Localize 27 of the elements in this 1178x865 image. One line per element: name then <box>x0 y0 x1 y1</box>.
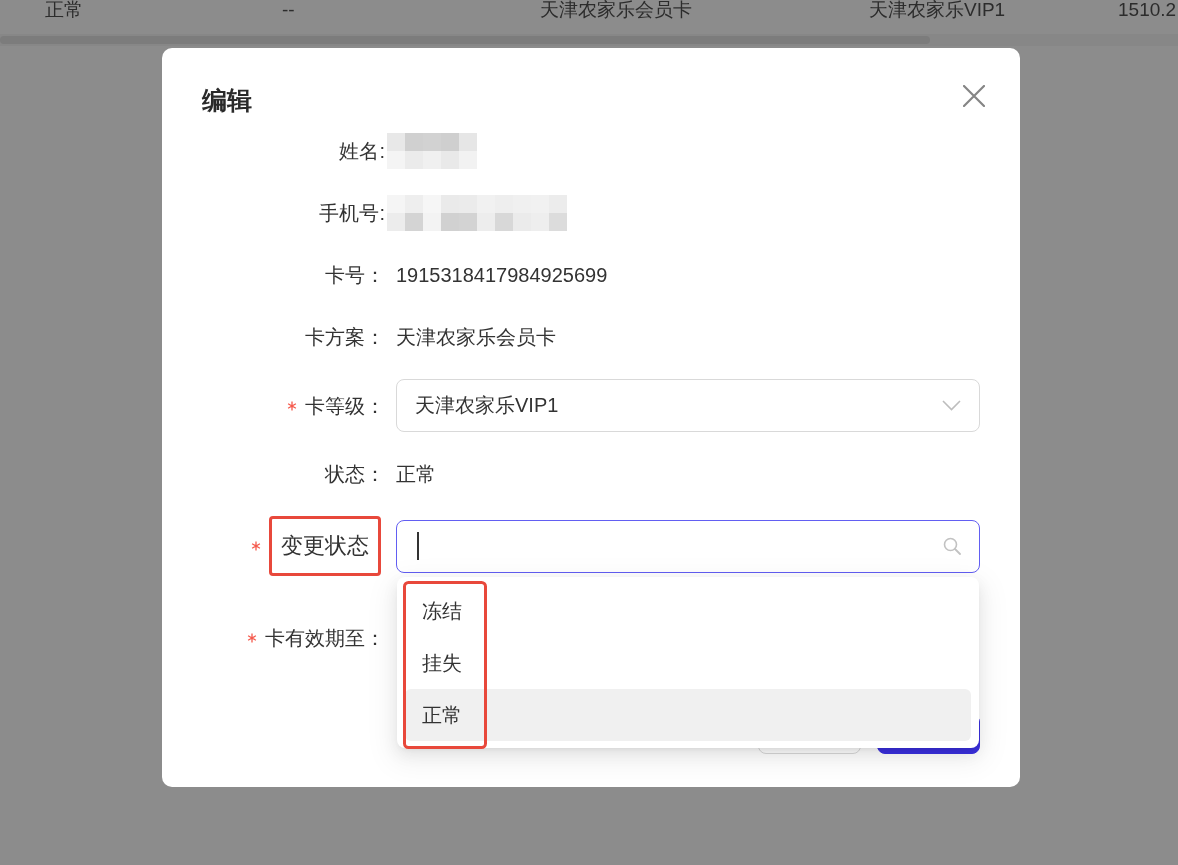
dialog-title: 编辑 <box>202 85 252 116</box>
field-value: 天津农家乐会员卡 <box>396 326 556 348</box>
field-label: 卡方案： <box>305 325 385 349</box>
field-label: 手机号: <box>319 201 385 225</box>
close-icon <box>963 85 985 107</box>
table-cell-text: 天津农家乐会员卡 <box>540 0 693 20</box>
table-cell-text: 正常 <box>45 0 84 20</box>
chevron-down-icon <box>942 400 961 411</box>
close-button[interactable] <box>963 85 985 107</box>
dropdown-option[interactable]: 挂失 <box>405 637 971 689</box>
field-label: 状态： <box>325 462 385 486</box>
field-label: 变更状态 <box>269 516 381 576</box>
field-value: 1915318417984925699 <box>396 264 608 286</box>
search-icon <box>943 537 961 555</box>
field-label: 卡号： <box>325 263 385 287</box>
field-label: 卡等级： <box>305 393 385 418</box>
dropdown-option[interactable]: 冻结 <box>405 585 971 637</box>
field-label: 卡有效期至： <box>265 625 385 650</box>
table-cell-text: 天津农家乐VIP1 <box>869 0 1007 20</box>
dropdown-option[interactable]: 正常 <box>405 689 971 741</box>
search-field[interactable] <box>396 519 980 573</box>
table-cell-text: -- <box>282 0 296 20</box>
select-field[interactable]: 天津农家乐VIP1 <box>396 379 980 432</box>
field-label: 姓名: <box>339 139 385 163</box>
text-cursor <box>417 532 419 560</box>
table-cell: 1510.2 <box>1118 0 1178 20</box>
field-value: 正常 <box>396 463 436 485</box>
